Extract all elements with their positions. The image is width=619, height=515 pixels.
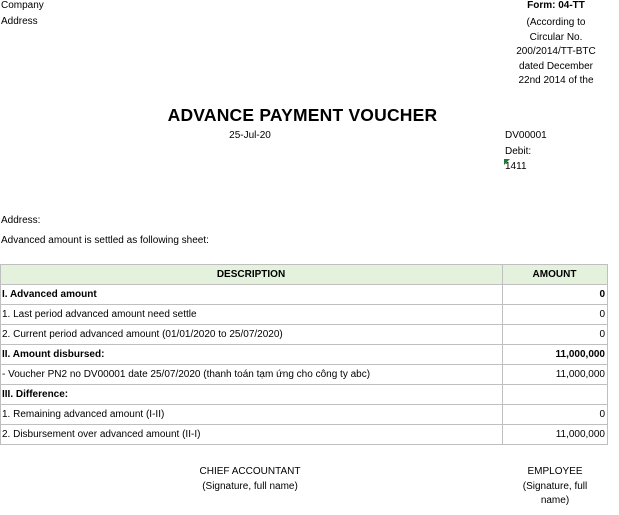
document-title: ADVANCE PAYMENT VOUCHER	[167, 105, 438, 125]
table-row: III. Difference:	[0, 384, 608, 405]
description-cell[interactable]: 2. Disbursement over advanced amount (II…	[0, 424, 503, 445]
debit-label: Debit:	[505, 146, 532, 157]
column-header-description[interactable]: DESCRIPTION	[0, 264, 503, 285]
form-note-line: dated December	[519, 60, 593, 72]
amount-cell[interactable]: 0	[502, 304, 608, 325]
table-row: 2. Current period advanced amount (01/01…	[0, 324, 608, 345]
signature-note: (Signature, full	[522, 480, 588, 492]
description-cell[interactable]: 1. Last period advanced amount need sett…	[0, 304, 503, 325]
document-date: 25-Jul-20	[229, 130, 271, 141]
form-note-line: Circular No.	[529, 31, 583, 43]
amount-cell[interactable]: 11,000,000	[502, 364, 608, 385]
table-header-row: DESCRIPTION AMOUNT	[0, 264, 608, 285]
column-header-amount[interactable]: AMOUNT	[502, 264, 608, 285]
description-cell[interactable]: 1. Remaining advanced amount (I-II)	[0, 404, 503, 425]
form-note-line: 200/2014/TT-BTC	[516, 46, 596, 57]
amount-cell[interactable]: 11,000,000	[502, 344, 608, 365]
table-body: I. Advanced amount 0 1. Last period adva…	[0, 284, 608, 445]
employee-signature: EMPLOYEE (Signature, full name)	[503, 465, 607, 509]
table-row: I. Advanced amount 0	[0, 284, 608, 305]
description-cell[interactable]: II. Amount disbursed:	[0, 344, 503, 365]
table-row: 1. Last period advanced amount need sett…	[0, 304, 608, 325]
table-row: 1. Remaining advanced amount (I-II) 0	[0, 404, 608, 425]
chief-accountant-signature: CHIEF ACCOUNTANT (Signature, full name)	[175, 465, 325, 494]
form-note: (According to Circular No. 200/2014/TT-B…	[505, 16, 607, 84]
company-label: Company	[1, 0, 44, 11]
table-row: 2. Disbursement over advanced amount (II…	[0, 424, 608, 445]
form-note-line: 22nd 2014 of the	[518, 75, 594, 84]
table-row: II. Amount disbursed: 11,000,000	[0, 344, 608, 365]
form-note-line: (According to	[526, 17, 586, 28]
signature-title: EMPLOYEE	[527, 466, 583, 477]
description-cell[interactable]: - Voucher PN2 no DV00001 date 25/07/2020…	[0, 364, 503, 385]
debit-account[interactable]: 1411	[505, 161, 527, 172]
description-cell[interactable]: 2. Current period advanced amount (01/01…	[0, 324, 503, 345]
amount-cell[interactable]: 0	[502, 324, 608, 345]
settlement-description: Advanced amount is settled as following …	[1, 235, 209, 246]
signature-note: (Signature, full name)	[202, 480, 298, 492]
company-address-label: Address	[1, 16, 38, 27]
table-row: - Voucher PN2 no DV00001 date 25/07/2020…	[0, 364, 608, 385]
voucher-number: DV00001	[505, 130, 547, 141]
settlement-table: DESCRIPTION AMOUNT I. Advanced amount 0 …	[0, 264, 608, 445]
form-code: Form: 04-TT	[527, 0, 585, 11]
payee-address-label: Address:	[1, 215, 41, 226]
description-cell[interactable]: III. Difference:	[0, 384, 503, 405]
signature-note: name)	[540, 495, 570, 506]
signature-title: CHIEF ACCOUNTANT	[199, 466, 301, 477]
description-cell[interactable]: I. Advanced amount	[0, 284, 503, 305]
amount-cell[interactable]: 0	[502, 404, 608, 425]
amount-cell[interactable]: 11,000,000	[502, 424, 608, 445]
amount-cell[interactable]: 0	[502, 284, 608, 305]
amount-cell[interactable]	[502, 384, 608, 405]
